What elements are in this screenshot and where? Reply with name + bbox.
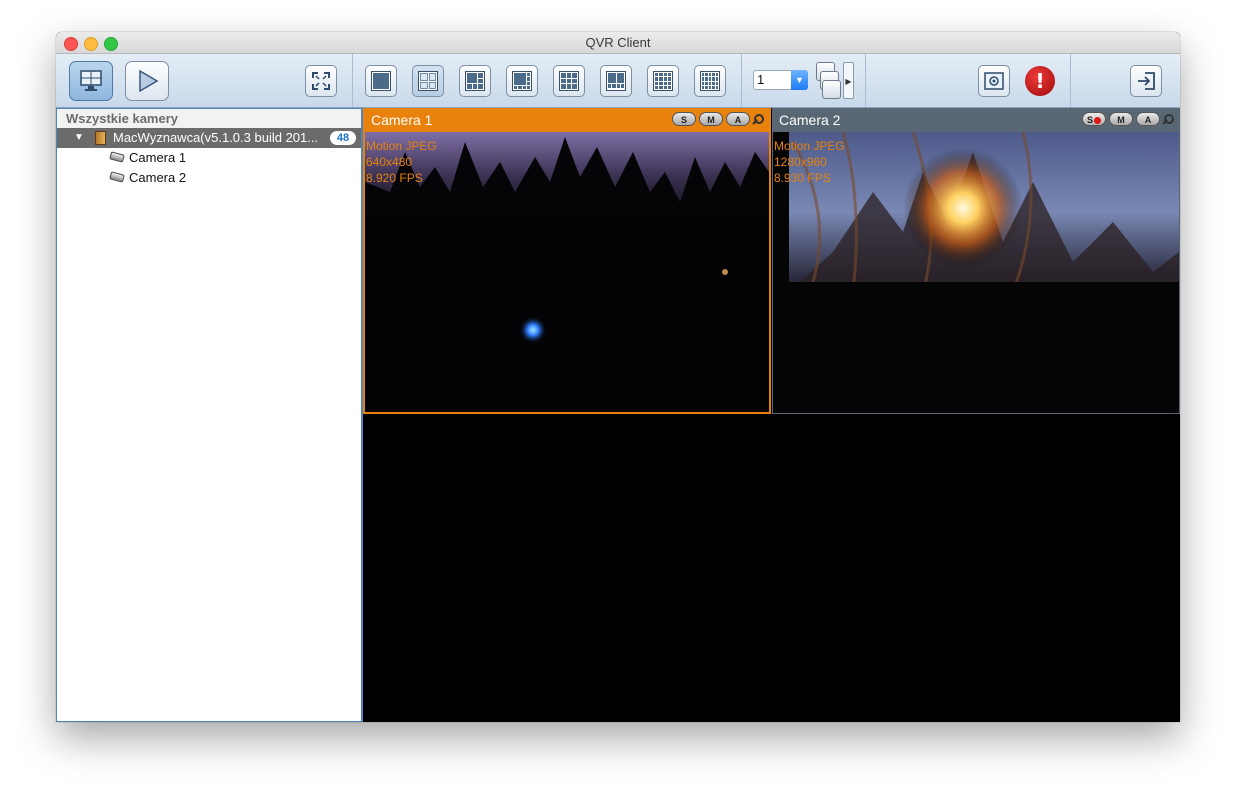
logout-icon [1138,72,1155,90]
live-view-grid: Camera 1 S M A Motion JPEG 640x480 8.920… [362,108,1180,722]
layout-10-button[interactable] [600,65,632,97]
camera-node[interactable]: Camera 2 [57,168,361,188]
page-select-value: 1 [757,72,765,87]
camera-controls: S M A [672,112,764,126]
layout-10-icon [606,71,626,91]
fullscreen-icon [312,72,330,90]
toolbar-separator [741,54,742,107]
layout-6-icon [465,71,485,91]
sequential-menu-button[interactable]: ▶ [843,62,854,99]
server-label: MacWyznawca(v5.1.0.3 build 201... [113,130,319,145]
layout-20-button[interactable] [694,65,726,97]
layout-8-icon [512,71,532,91]
maximize-window-button[interactable] [104,37,118,51]
toolbar-separator [1070,54,1071,107]
layout-4x4-icon [653,71,673,91]
toolbar-separator [352,54,353,107]
fullscreen-button[interactable] [305,65,337,97]
server-node[interactable]: ▼ MacWyznawca(v5.1.0.3 build 201... 48 [57,128,361,148]
layout-1-button[interactable] [365,65,397,97]
layout-3x3-icon [559,71,579,91]
fps-label: 8.930 FPS [774,171,831,185]
camera-controls: S M A [1082,112,1174,126]
nas-server-icon [95,131,106,145]
disclosure-triangle-icon[interactable]: ▼ [74,128,84,148]
recording-status-button[interactable]: S [672,112,696,126]
layout-6-button[interactable] [459,65,491,97]
camera-icon [109,151,125,163]
codec-label: Motion JPEG [774,139,845,153]
camera-node-label: Camera 2 [129,170,187,185]
camera-tree-header: Wszystkie kamery [57,109,361,128]
resolution-label: 1280x960 [774,155,827,169]
camera-tile[interactable]: Camera 2 S M A Motion JPEG 1280x960 8.93… [772,108,1180,414]
monitor-icon [80,70,102,91]
layout-16-button[interactable] [647,65,679,97]
camera-tile-header: Camera 2 S M A [773,108,1179,132]
live-view-button[interactable] [69,61,113,101]
window-title: QVR Client [585,35,651,50]
camera-2-video-feed[interactable]: Motion JPEG 1280x960 8.930 FPS [773,131,1179,413]
channel-count-badge: 48 [330,131,356,145]
resolution-label: 640x480 [366,155,413,169]
layout-4-button[interactable] [412,65,444,97]
camera-tree-panel: Wszystkie kamery ▼ MacWyznawca(v5.1.0.3 … [56,108,362,722]
camera-tile[interactable]: Camera 1 S M A Motion JPEG 640x480 8.920… [363,108,771,414]
motion-detection-button[interactable]: M [699,112,723,126]
fps-label: 8.920 FPS [366,171,423,185]
audio-button[interactable]: A [726,112,750,126]
recording-status-button[interactable]: S [1082,112,1106,126]
codec-label: Motion JPEG [366,139,437,153]
layout-9-button[interactable] [553,65,585,97]
minimize-window-button[interactable] [84,37,98,51]
camera-1-stream-info: Motion JPEG 640x480 8.920 FPS [366,138,437,186]
title-bar: QVR Client [56,32,1180,54]
logout-button[interactable] [1130,65,1162,97]
page-select[interactable]: 1 ▼ [753,70,808,90]
toolbar-separator [865,54,866,107]
sequential-mode-button[interactable] [816,62,841,99]
camera-node[interactable]: Camera 1 [57,148,361,168]
close-window-button[interactable] [64,37,78,51]
layout-1x1-icon [371,71,391,91]
alert-button[interactable]: ! [1024,65,1056,97]
snapshot-icon [984,72,1004,90]
zoom-icon[interactable] [753,113,764,125]
snapshot-button[interactable] [978,65,1010,97]
layout-8-button[interactable] [506,65,538,97]
alert-icon: ! [1025,66,1055,96]
motion-detection-button[interactable]: M [1109,112,1133,126]
camera-1-video-feed[interactable]: Motion JPEG 640x480 8.920 FPS [365,132,769,412]
camera-tile-header: Camera 1 S M A [365,108,769,132]
camera-2-stream-info: Motion JPEG 1280x960 8.930 FPS [774,138,845,186]
camera-tile-title: Camera 2 [779,112,841,128]
camera-tile-title: Camera 1 [371,112,433,128]
audio-button[interactable]: A [1136,112,1160,126]
camera-node-label: Camera 1 [129,150,187,165]
play-icon [139,69,159,93]
layout-20-icon [700,71,720,91]
app-window: QVR Client 1 ▼ ▶ ! Wszystkie kamery ▼ Ma… [56,32,1180,722]
toolbar: 1 ▼ ▶ ! [56,54,1180,108]
playback-button[interactable] [125,61,169,101]
zoom-icon[interactable] [1163,113,1174,125]
chevron-down-icon: ▼ [791,70,808,90]
camera-icon [109,171,125,183]
layout-2x2-icon [418,71,438,91]
